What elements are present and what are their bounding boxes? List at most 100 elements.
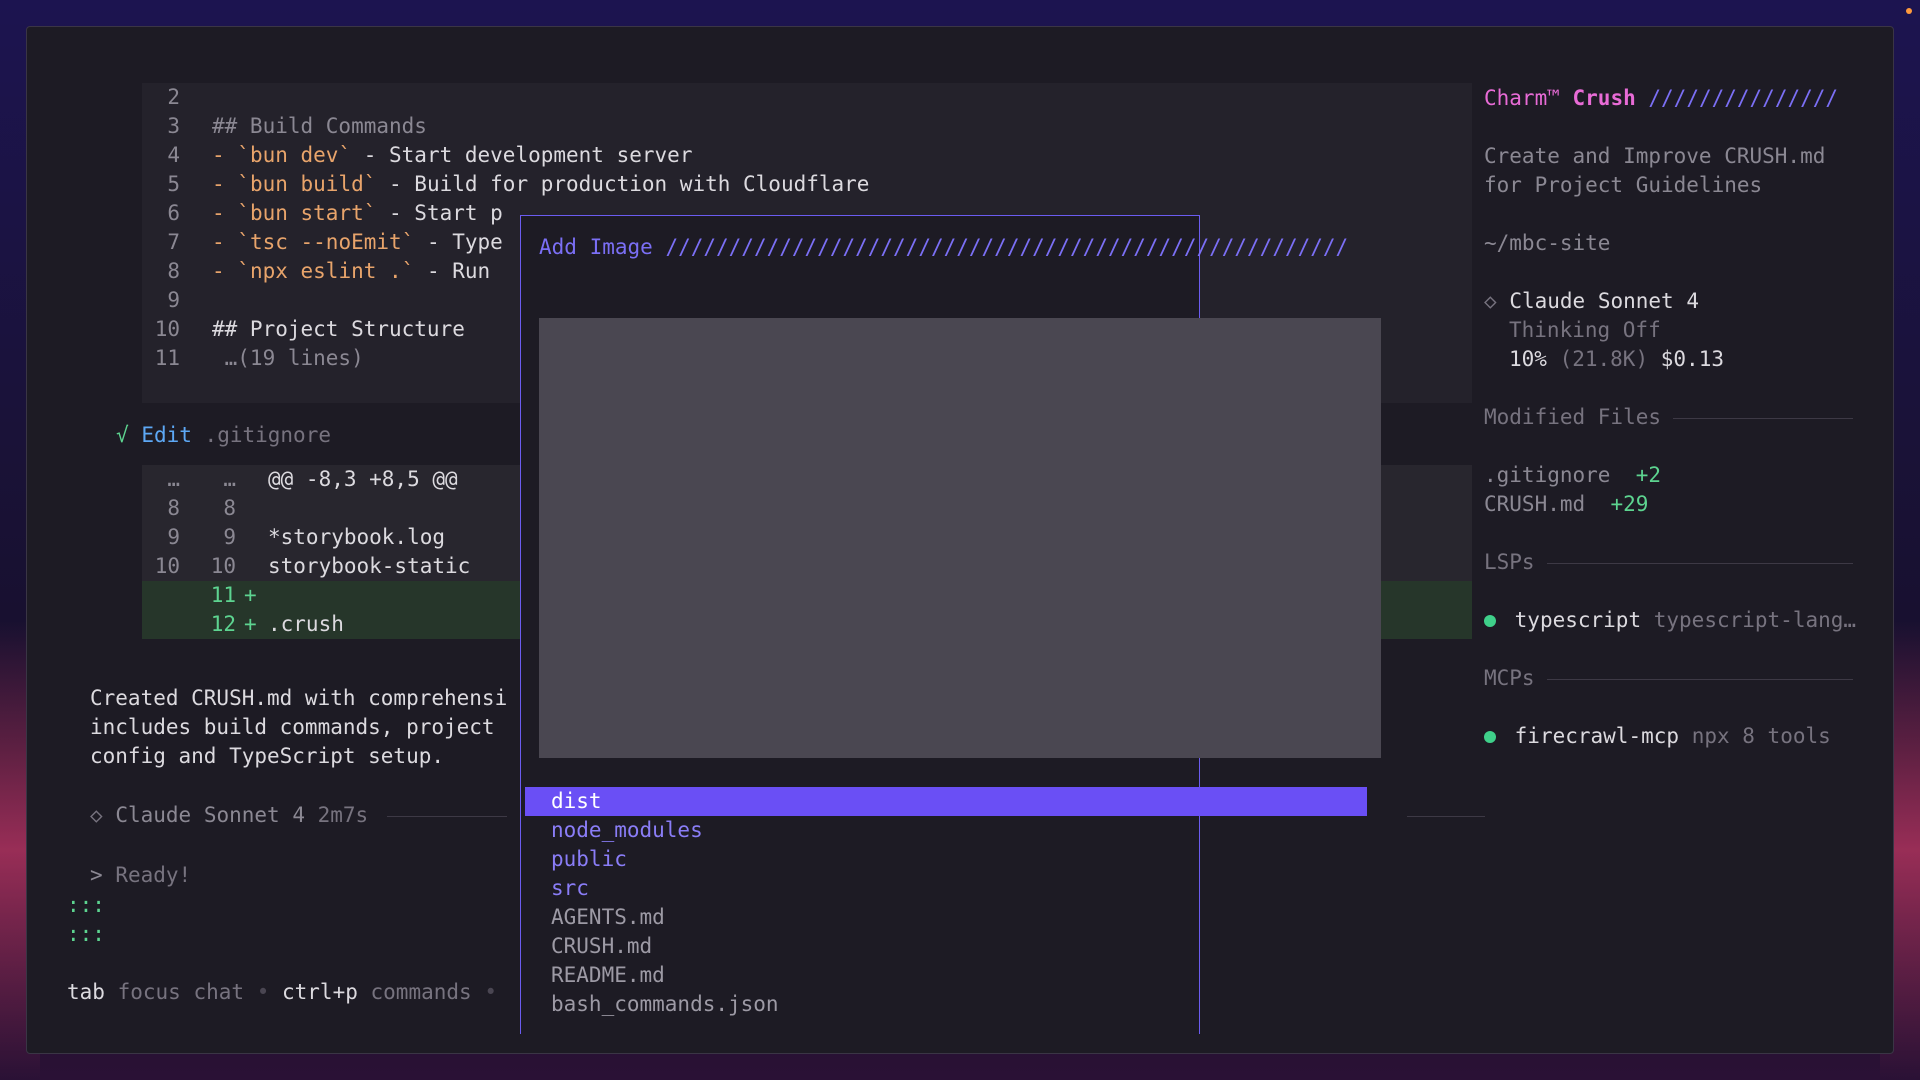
modified-file-delta: +29: [1610, 492, 1649, 516]
code-token: …(19 lines): [212, 346, 364, 370]
diff-line: … … @@ -8,3 +8,5 @@: [142, 465, 458, 494]
status-ok-icon: [1484, 615, 1496, 627]
sidebar-model: ◇ Claude Sonnet 4: [1484, 287, 1699, 316]
diff-new-number: 8: [223, 496, 236, 520]
prompt-text[interactable]: Ready!: [115, 863, 191, 887]
editor-line: 9: [142, 286, 212, 315]
line-number: 4: [142, 143, 180, 167]
lsp-item: typescript typescript-lang…: [1484, 606, 1856, 635]
model-line-separator: [387, 816, 507, 817]
help-separator: •: [256, 980, 270, 1004]
code-token: - Build for production with Cloudflare: [376, 172, 870, 196]
editor-line: 2: [142, 83, 212, 112]
modified-files-rule: [1673, 418, 1853, 419]
file-list-item-dir[interactable]: src: [551, 874, 589, 903]
line-number: 2: [142, 85, 180, 109]
editor-line: 4 - `bun dev` - Start development server: [142, 141, 692, 170]
image-preview: [539, 318, 1381, 758]
lsps-heading: LSPs: [1484, 550, 1535, 574]
code-token: -: [212, 230, 238, 254]
modified-file-name: CRUSH.md: [1484, 492, 1586, 516]
line-code: - `bun build` - Build for production wit…: [212, 172, 869, 196]
line-code: ## Build Commands: [212, 114, 427, 138]
code-token: `bun start`: [237, 201, 377, 225]
line-number: 6: [142, 201, 180, 225]
line-code: - `bun dev` - Start development server: [212, 143, 692, 167]
code-token: ## Project Structure: [212, 317, 465, 341]
lsps-rule: [1547, 563, 1853, 564]
message-line: Created CRUSH.md with comprehensi: [90, 686, 508, 710]
line-number: 10: [142, 317, 180, 341]
diff-line: 88: [142, 494, 268, 523]
model-info-line: ◇ Claude Sonnet 4 2m7s: [90, 801, 368, 830]
diff-text: @@ -8,3 +8,5 @@: [268, 467, 458, 491]
editor-line: 7 - `tsc --noEmit` - Type: [142, 228, 503, 257]
file-list-item-file[interactable]: CRUSH.md: [551, 932, 652, 961]
modified-file-item[interactable]: CRUSH.md +29: [1484, 490, 1648, 519]
prompt-gutter-1: :::: [67, 893, 105, 917]
code-token: -: [212, 172, 238, 196]
file-list-item-dir[interactable]: node_modules: [551, 816, 703, 845]
line-number: 3: [142, 114, 180, 138]
terminal-window[interactable]: 2 3 ## Build Commands 4 - `bun dev` - Star…: [26, 26, 1894, 1054]
diff-text: storybook-static: [268, 554, 471, 578]
mcp-detail: npx 8 tools: [1691, 724, 1831, 748]
file-list-item-file[interactable]: bash_commands.json: [551, 990, 779, 1019]
modified-file-delta: +2: [1635, 463, 1662, 487]
file-list-item-dir[interactable]: public: [551, 845, 627, 874]
code-token: ## Build Commands: [212, 114, 427, 138]
line-code: …(19 lines): [212, 346, 364, 370]
code-token: - Run: [414, 259, 491, 283]
status-ok-icon: [1484, 731, 1496, 743]
help-key-tab: tab: [67, 980, 105, 1004]
mcp-item: firecrawl-mcp npx 8 tools: [1484, 722, 1831, 751]
code-token: `tsc --noEmit`: [237, 230, 415, 254]
code-token: `npx eslint .`: [237, 259, 415, 283]
diff-new-number: 11: [210, 583, 236, 607]
product-name: Crush: [1572, 86, 1636, 110]
line-code: - `bun start` - Start p: [212, 201, 503, 225]
model-name: Claude Sonnet 4: [115, 803, 305, 827]
diff-new-number: 10: [210, 554, 236, 578]
diff-text: *storybook.log: [268, 525, 446, 549]
lsp-name: typescript: [1514, 608, 1642, 632]
modified-files-heading: Modified Files: [1484, 405, 1662, 429]
diff-new-number: …: [223, 467, 236, 491]
brand-label: Charm™: [1484, 86, 1560, 110]
line-number: 5: [142, 172, 180, 196]
help-bar: tab focus chat • ctrl+p commands •: [67, 978, 497, 1007]
modified-file-item[interactable]: .gitignore +2: [1484, 461, 1661, 490]
line-code: - `tsc --noEmit` - Type: [212, 230, 503, 254]
editor-line: 11 …(19 lines): [142, 344, 364, 373]
line-number: 9: [142, 288, 180, 312]
code-token: `bun dev`: [237, 143, 352, 167]
editor-line: 10 ## Project Structure: [142, 315, 465, 344]
code-token: - Type: [414, 230, 503, 254]
prompt-line[interactable]: > Ready!: [90, 861, 191, 890]
file-list-item-file[interactable]: AGENTS.md: [551, 903, 665, 932]
diff-old-number: …: [167, 467, 180, 491]
code-token: `bun build`: [237, 172, 377, 196]
diff-line: 11 +: [142, 581, 268, 610]
diff-line: 10 10 storybook-static: [142, 552, 471, 581]
file-list-item-dir[interactable]: dist: [551, 787, 602, 816]
working-directory: ~/mbc-site: [1484, 231, 1611, 255]
diff-new-number: 9: [223, 525, 236, 549]
prompt-gutter-2: :::: [67, 922, 105, 946]
diff-marker: +: [244, 612, 257, 636]
line-number: 11: [142, 346, 180, 370]
usage-line: 10% (21.8K) $0.13: [1509, 345, 1724, 374]
dialog-title-line: Add Image //////////////////////////////…: [539, 233, 1348, 262]
diff-line: 9 9 *storybook.log: [142, 523, 445, 552]
edit-file-name: .gitignore: [204, 423, 331, 447]
line-code: - `npx eslint .` - Run: [212, 259, 490, 283]
usage-cost: $0.13: [1660, 347, 1724, 371]
mcp-name: firecrawl-mcp: [1514, 724, 1680, 748]
editor-line: 6 - `bun start` - Start p: [142, 199, 503, 228]
help-key-ctrlp: ctrl+p: [282, 980, 358, 1004]
mcps-rule: [1547, 679, 1853, 680]
file-list-item-file[interactable]: README.md: [551, 961, 665, 990]
help-separator-2: •: [484, 980, 497, 1004]
diff-marker: +: [244, 583, 257, 607]
editor-line: 5 - `bun build` - Build for production wi…: [142, 170, 869, 199]
